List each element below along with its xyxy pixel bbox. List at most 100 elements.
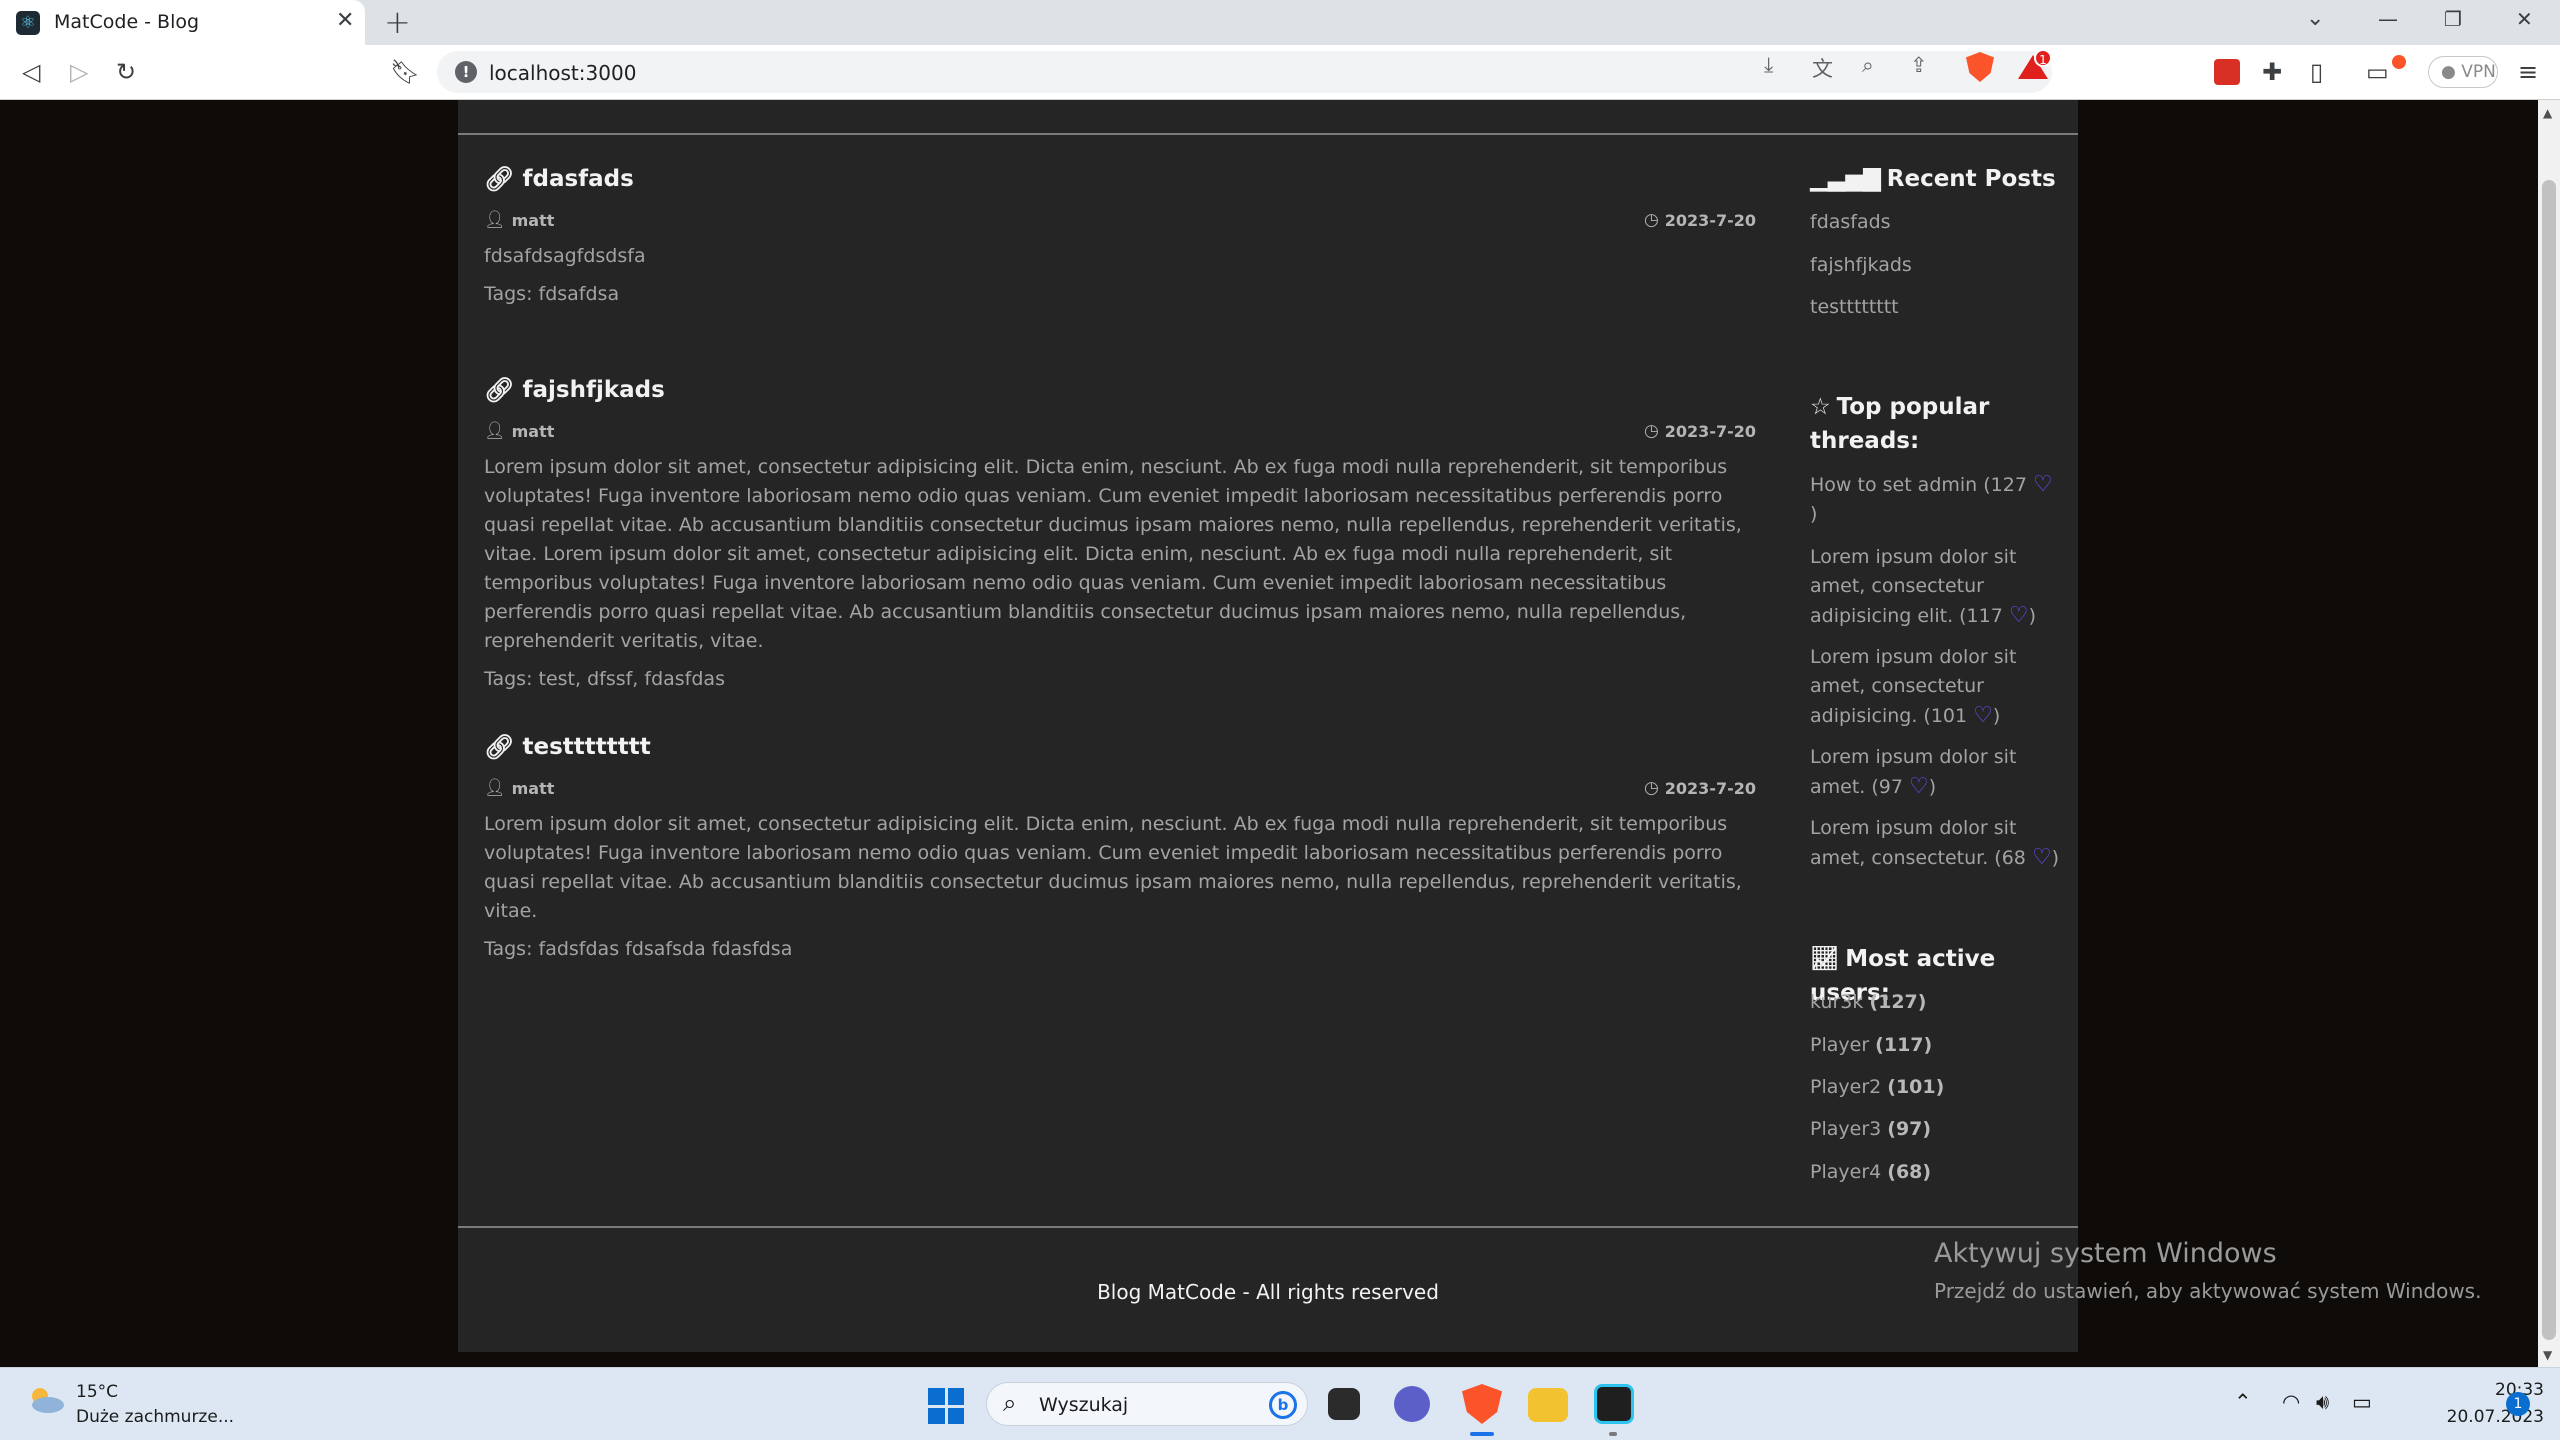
footer-divider <box>458 1226 2078 1228</box>
post-author: 👤︎ matt <box>484 421 554 441</box>
post-title[interactable]: 🔗︎ testttttttt <box>484 730 1756 764</box>
active-tab[interactable]: ⚛ MatCode - Blog ✕ <box>0 0 365 45</box>
forward-icon[interactable]: ▷ <box>70 58 88 86</box>
install-app-icon[interactable]: ⤓ <box>1764 53 1773 78</box>
date-text: 2023-7-20 <box>1664 421 1756 441</box>
translate-icon[interactable]: 文 <box>1812 53 1833 83</box>
heart-icon: ♡ <box>1973 703 1993 728</box>
post-title[interactable]: 🔗︎ fdasfads <box>484 162 1756 196</box>
page-scrollbar[interactable]: ▲ ▼ <box>2538 100 2560 1367</box>
brave-taskbar-icon[interactable] <box>1462 1384 1502 1424</box>
reload-icon[interactable]: ↻ <box>116 58 136 86</box>
recent-post-link[interactable]: fdasfads <box>1810 208 1891 237</box>
post-title-text[interactable]: testttttttt <box>522 734 650 760</box>
scroll-up-icon[interactable]: ▲ <box>2543 106 2552 120</box>
tab-bar: ⚛ MatCode - Blog ✕ + ⌄ — ❐ ✕ <box>0 0 2560 45</box>
post-card: 🔗︎ testttttttt 👤︎ matt ◷ 2023-7-20 Lorem… <box>484 730 1756 960</box>
running-app-indicator <box>1609 1432 1617 1436</box>
popular-thread-link[interactable]: Lorem ipsum dolor sit amet, consectetur … <box>1810 643 2016 731</box>
scroll-down-icon[interactable]: ▼ <box>2543 1348 2552 1362</box>
bing-icon[interactable]: b <box>1269 1391 1297 1419</box>
share-icon[interactable]: ⇪ <box>1910 53 1928 77</box>
post-author: 👤︎ matt <box>484 778 554 798</box>
tab-close-icon[interactable]: ✕ <box>336 8 354 33</box>
clock-icon: ◷ <box>1643 210 1659 230</box>
heart-icon: ♡ <box>2008 603 2029 628</box>
minimize-icon[interactable]: — <box>2378 7 2398 31</box>
wifi-icon[interactable]: ◠ <box>2282 1390 2300 1414</box>
blog-container: 🔗︎ fdasfads 👤︎ matt ◷ 2023-7-20 fdsafdsa… <box>458 100 2078 1352</box>
file-explorer-icon[interactable] <box>1528 1388 1568 1422</box>
post-title-text[interactable]: fajshfjkads <box>522 377 664 403</box>
star-icon: ☆ <box>1810 394 1831 420</box>
author-name: matt <box>511 421 555 441</box>
tab-search-icon[interactable]: ⌄ <box>2306 6 2324 31</box>
battery-icon[interactable]: ▭ <box>2352 1390 2372 1414</box>
author-name: matt <box>511 778 555 798</box>
post-tags: Tags: test, dfssf, fdasfdas <box>484 668 725 690</box>
notification-badge[interactable]: 1 <box>2506 1392 2530 1416</box>
vpn-button[interactable]: ● VPN <box>2428 56 2498 88</box>
extension-icon[interactable] <box>2214 59 2240 85</box>
header-divider <box>458 133 2078 135</box>
volume-icon[interactable]: 🔊︎ <box>2316 1390 2329 1415</box>
zoom-icon[interactable]: ⌕ <box>1862 53 1874 78</box>
address-bar[interactable]: ! localhost:3000 <box>437 51 2052 93</box>
windows-taskbar: 15°C Duże zachmurze... ⌕ Wyszukaj b ⌃ ◠ … <box>0 1367 2560 1440</box>
scroll-thumb[interactable] <box>2542 180 2556 1340</box>
recent-post-link[interactable]: testttttttt <box>1810 293 1899 322</box>
search-icon: ⌕ <box>1003 1389 1017 1417</box>
tray-chevron-icon[interactable]: ⌃ <box>2234 1390 2252 1414</box>
post-tags: Tags: fdsafdsa <box>484 283 620 305</box>
popular-thread-link[interactable]: Lorem ipsum dolor sit amet, consectetur.… <box>1810 814 2059 873</box>
active-user[interactable]: Player (117) <box>1810 1031 1932 1060</box>
active-user[interactable]: Player3 (97) <box>1810 1115 1931 1144</box>
recent-post-link[interactable]: fajshfjkads <box>1810 251 1912 280</box>
clock-time[interactable]: 20:33 <box>2444 1380 2544 1400</box>
post-card: 🔗︎ fdasfads 👤︎ matt ◷ 2023-7-20 fdsafdsa… <box>484 162 1756 305</box>
link-icon: 🔗︎ <box>484 733 515 761</box>
webstorm-icon[interactable] <box>1594 1384 1634 1424</box>
sidebar-toggle-icon[interactable]: ▯ <box>2310 58 2323 86</box>
weather-cloud-icon[interactable] <box>26 1386 66 1414</box>
extensions-puzzle-icon[interactable]: ✚ <box>2262 58 2282 86</box>
weather-temperature[interactable]: 15°C <box>76 1382 118 1402</box>
clock-icon: ◷ <box>1643 421 1659 441</box>
task-view-icon[interactable] <box>1328 1388 1360 1420</box>
post-body: fdsafdsagfdsdsfa <box>484 245 646 267</box>
search-placeholder: Wyszukaj <box>1039 1394 1129 1416</box>
taskbar-search[interactable]: ⌕ Wyszukaj b <box>986 1382 1308 1426</box>
wallet-icon[interactable]: ▭ <box>2366 58 2389 86</box>
wallet-notification-dot <box>2392 55 2406 69</box>
active-user[interactable]: Player4 (68) <box>1810 1158 1931 1187</box>
new-tab-button[interactable]: + <box>384 3 411 41</box>
post-date: ◷ 2023-7-20 <box>1644 421 1756 441</box>
back-icon[interactable]: ◁ <box>22 58 40 86</box>
address-url[interactable]: localhost:3000 <box>489 61 636 85</box>
active-user[interactable]: Player2 (101) <box>1810 1073 1944 1102</box>
bookmark-icon[interactable]: 🔖︎ <box>390 58 420 86</box>
weather-description[interactable]: Duże zachmurze... <box>76 1407 234 1427</box>
browser-toolbar: ◁ ▷ ↻ 🔖︎ ! localhost:3000 ⤓ 文 ⌕ ⇪ 1 ✚ ▯ … <box>0 45 2560 100</box>
popular-thread-link[interactable]: Lorem ipsum dolor sit amet. (97 ♡) <box>1810 743 2016 802</box>
popular-thread-link[interactable]: Lorem ipsum dolor sit amet, consectetur … <box>1810 543 2036 631</box>
start-logo-tile <box>928 1407 945 1424</box>
window-close-icon[interactable]: ✕ <box>2516 7 2533 31</box>
post-title[interactable]: 🔗︎ fajshfjkads <box>484 373 1756 407</box>
post-meta: 👤︎ matt ◷ 2023-7-20 <box>484 774 1756 804</box>
post-meta: 👤︎ matt ◷ 2023-7-20 <box>484 206 1756 236</box>
watermark-subtitle: Przejdź do ustawień, aby aktywować syste… <box>1934 1279 2482 1303</box>
start-logo-tile <box>928 1388 945 1405</box>
start-button[interactable] <box>928 1388 964 1424</box>
menu-icon[interactable]: ≡ <box>2518 58 2538 86</box>
popular-thread-link[interactable]: How to set admin (127 ♡ ) <box>1810 470 2053 529</box>
author-name: matt <box>511 210 555 230</box>
post-meta: 👤︎ matt ◷ 2023-7-20 <box>484 417 1756 447</box>
active-user[interactable]: kur3k (127) <box>1810 988 1926 1017</box>
site-info-icon[interactable]: ! <box>455 61 477 83</box>
teams-chat-icon[interactable] <box>1394 1386 1430 1422</box>
post-title-text[interactable]: fdasfads <box>522 166 633 192</box>
restore-icon[interactable]: ❐ <box>2444 7 2462 31</box>
heart-icon: ♡ <box>2031 845 2052 870</box>
trend-chart-icon: 📈︎ <box>1810 946 1840 972</box>
